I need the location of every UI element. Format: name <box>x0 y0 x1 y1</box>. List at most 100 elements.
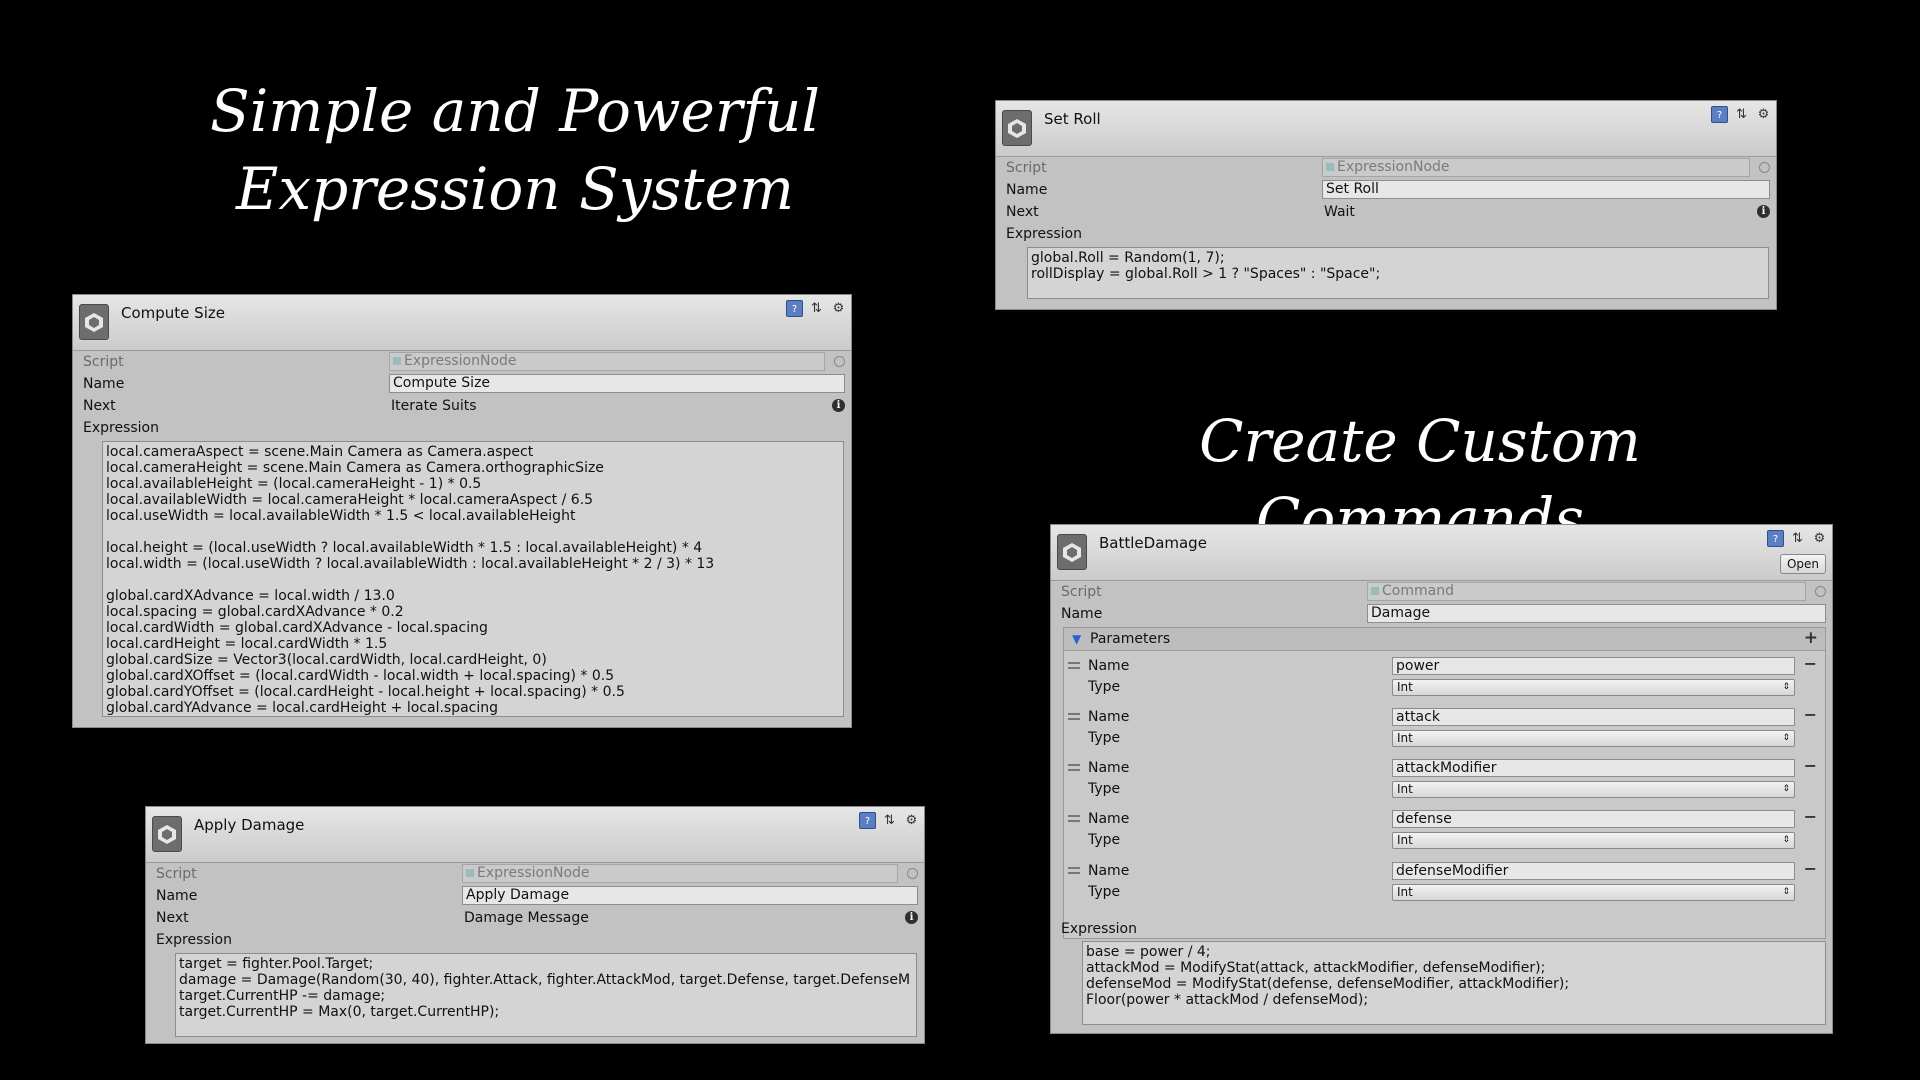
drag-handle-icon[interactable] <box>1068 662 1080 669</box>
parameters-header[interactable]: ▼ Parameters + <box>1064 628 1825 651</box>
gear-icon[interactable]: ⚙ <box>830 300 847 317</box>
param-name-input[interactable]: attack <box>1392 708 1795 726</box>
unity-logo-icon <box>152 816 182 852</box>
param-type-label: Type <box>1088 884 1121 900</box>
inspector-panel-compute-size: Compute Size ? ⇅ ⚙ Script ExpressionNode… <box>72 294 852 728</box>
script-label: Script <box>156 866 197 882</box>
open-button[interactable]: Open <box>1780 554 1826 574</box>
list-item: Name power − Type Int ⇕ <box>1064 654 1825 702</box>
name-label: Name <box>83 376 125 392</box>
remove-parameter-button[interactable]: − <box>1804 859 1817 878</box>
param-name-label: Name <box>1088 658 1130 674</box>
list-item: Name attack − Type Int ⇕ <box>1064 705 1825 753</box>
unity-logo-icon <box>1002 110 1032 146</box>
drag-handle-icon[interactable] <box>1068 815 1080 822</box>
name-label: Name <box>1006 182 1048 198</box>
drag-handle-icon[interactable] <box>1068 867 1080 874</box>
object-picker-icon[interactable] <box>907 868 918 879</box>
script-field[interactable]: ExpressionNode <box>462 864 898 883</box>
remove-parameter-button[interactable]: − <box>1804 705 1817 724</box>
param-type-value: Int <box>1397 885 1413 899</box>
inspector-panel-apply-damage: Apply Damage ? ⇅ ⚙ Script ExpressionNode… <box>145 806 925 1044</box>
book-help-icon[interactable]: ? <box>1711 106 1728 123</box>
name-input[interactable]: Set Roll <box>1322 180 1770 199</box>
param-type-select[interactable]: Int ⇕ <box>1392 832 1795 849</box>
remove-parameter-button[interactable]: − <box>1804 654 1817 673</box>
expression-textarea[interactable]: global.Roll = Random(1, 7); rollDisplay … <box>1027 247 1769 299</box>
param-type-label: Type <box>1088 832 1121 848</box>
list-item: Name defenseModifier − Type Int ⇕ <box>1064 859 1825 907</box>
script-label: Script <box>1061 584 1102 600</box>
dropdown-arrow-icon: ⇕ <box>1782 784 1790 794</box>
object-picker-icon[interactable] <box>1759 162 1770 173</box>
expression-label: Expression <box>156 932 232 948</box>
param-type-select[interactable]: Int ⇕ <box>1392 730 1795 747</box>
dropdown-arrow-icon: ⇕ <box>1782 887 1790 897</box>
remove-parameter-button[interactable]: − <box>1804 756 1817 775</box>
gear-icon[interactable]: ⚙ <box>903 812 920 829</box>
next-label: Next <box>1006 204 1039 220</box>
remove-parameter-button[interactable]: − <box>1804 807 1817 826</box>
param-type-select[interactable]: Int ⇕ <box>1392 781 1795 798</box>
list-item: Name defense − Type Int ⇕ <box>1064 807 1825 855</box>
object-picker-icon[interactable] <box>834 356 845 367</box>
book-help-icon[interactable]: ? <box>1767 530 1784 547</box>
dropdown-arrow-icon: ⇕ <box>1782 835 1790 845</box>
script-value: ExpressionNode <box>404 353 517 369</box>
param-name-input[interactable]: defense <box>1392 810 1795 828</box>
script-field[interactable]: ExpressionNode <box>389 352 825 371</box>
drag-handle-icon[interactable] <box>1068 764 1080 771</box>
next-value[interactable]: Wait <box>1324 204 1355 220</box>
name-input[interactable]: Apply Damage <box>462 886 918 905</box>
panel-title: BattleDamage <box>1099 534 1207 552</box>
book-help-icon[interactable]: ? <box>786 300 803 317</box>
param-type-value: Int <box>1397 782 1413 796</box>
param-name-input[interactable]: defenseModifier <box>1392 862 1795 880</box>
gear-icon[interactable]: ⚙ <box>1755 106 1772 123</box>
script-field[interactable]: Command <box>1367 582 1806 601</box>
param-type-label: Type <box>1088 679 1121 695</box>
gear-icon[interactable]: ⚙ <box>1811 530 1828 547</box>
sliders-icon[interactable]: ⇅ <box>808 300 825 317</box>
parameters-label: Parameters <box>1090 631 1171 647</box>
name-input[interactable]: Damage <box>1367 604 1826 623</box>
panel-header: Compute Size ? ⇅ ⚙ <box>73 295 851 351</box>
param-name-input[interactable]: attackModifier <box>1392 759 1795 777</box>
next-label: Next <box>156 910 189 926</box>
inspector-panel-battle-damage: BattleDamage ? ⇅ ⚙ Open Script Command N… <box>1050 524 1833 1034</box>
expression-textarea[interactable]: local.cameraAspect = scene.Main Camera a… <box>102 441 844 717</box>
foldout-arrow-icon[interactable]: ▼ <box>1072 632 1081 646</box>
expression-label: Expression <box>1006 226 1082 242</box>
name-label: Name <box>156 888 198 904</box>
param-name-label: Name <box>1088 863 1130 879</box>
object-picker-icon[interactable] <box>1815 586 1826 597</box>
param-type-label: Type <box>1088 730 1121 746</box>
dropdown-arrow-icon: ⇕ <box>1782 682 1790 692</box>
parameters-list: ▼ Parameters + Name power − Type Int ⇕ Na… <box>1063 627 1826 939</box>
book-help-icon[interactable]: ? <box>859 812 876 829</box>
panel-title: Apply Damage <box>194 816 305 834</box>
next-label: Next <box>83 398 116 414</box>
script-value: Command <box>1382 583 1454 599</box>
expression-textarea[interactable]: base = power / 4; attackMod = ModifyStat… <box>1082 941 1826 1025</box>
expression-textarea[interactable]: target = fighter.Pool.Target; damage = D… <box>175 953 917 1037</box>
script-field[interactable]: ExpressionNode <box>1322 158 1750 177</box>
panel-header: Set Roll ? ⇅ ⚙ <box>996 101 1776 157</box>
param-type-value: Int <box>1397 731 1413 745</box>
param-type-select[interactable]: Int ⇕ <box>1392 884 1795 901</box>
panel-header: BattleDamage ? ⇅ ⚙ Open <box>1051 525 1832 581</box>
param-type-select[interactable]: Int ⇕ <box>1392 679 1795 696</box>
sliders-icon[interactable]: ⇅ <box>1733 106 1750 123</box>
add-parameter-button[interactable]: + <box>1804 628 1818 648</box>
script-label: Script <box>83 354 124 370</box>
param-name-label: Name <box>1088 811 1130 827</box>
drag-handle-icon[interactable] <box>1068 713 1080 720</box>
next-value[interactable]: Damage Message <box>464 910 589 926</box>
param-name-input[interactable]: power <box>1392 657 1795 675</box>
sliders-icon[interactable]: ⇅ <box>1789 530 1806 547</box>
headline-expression-system: Simple and Powerful Expression System <box>210 77 820 224</box>
script-value: ExpressionNode <box>1337 159 1450 175</box>
name-input[interactable]: Compute Size <box>389 374 845 393</box>
next-value[interactable]: Iterate Suits <box>391 398 477 414</box>
sliders-icon[interactable]: ⇅ <box>881 812 898 829</box>
